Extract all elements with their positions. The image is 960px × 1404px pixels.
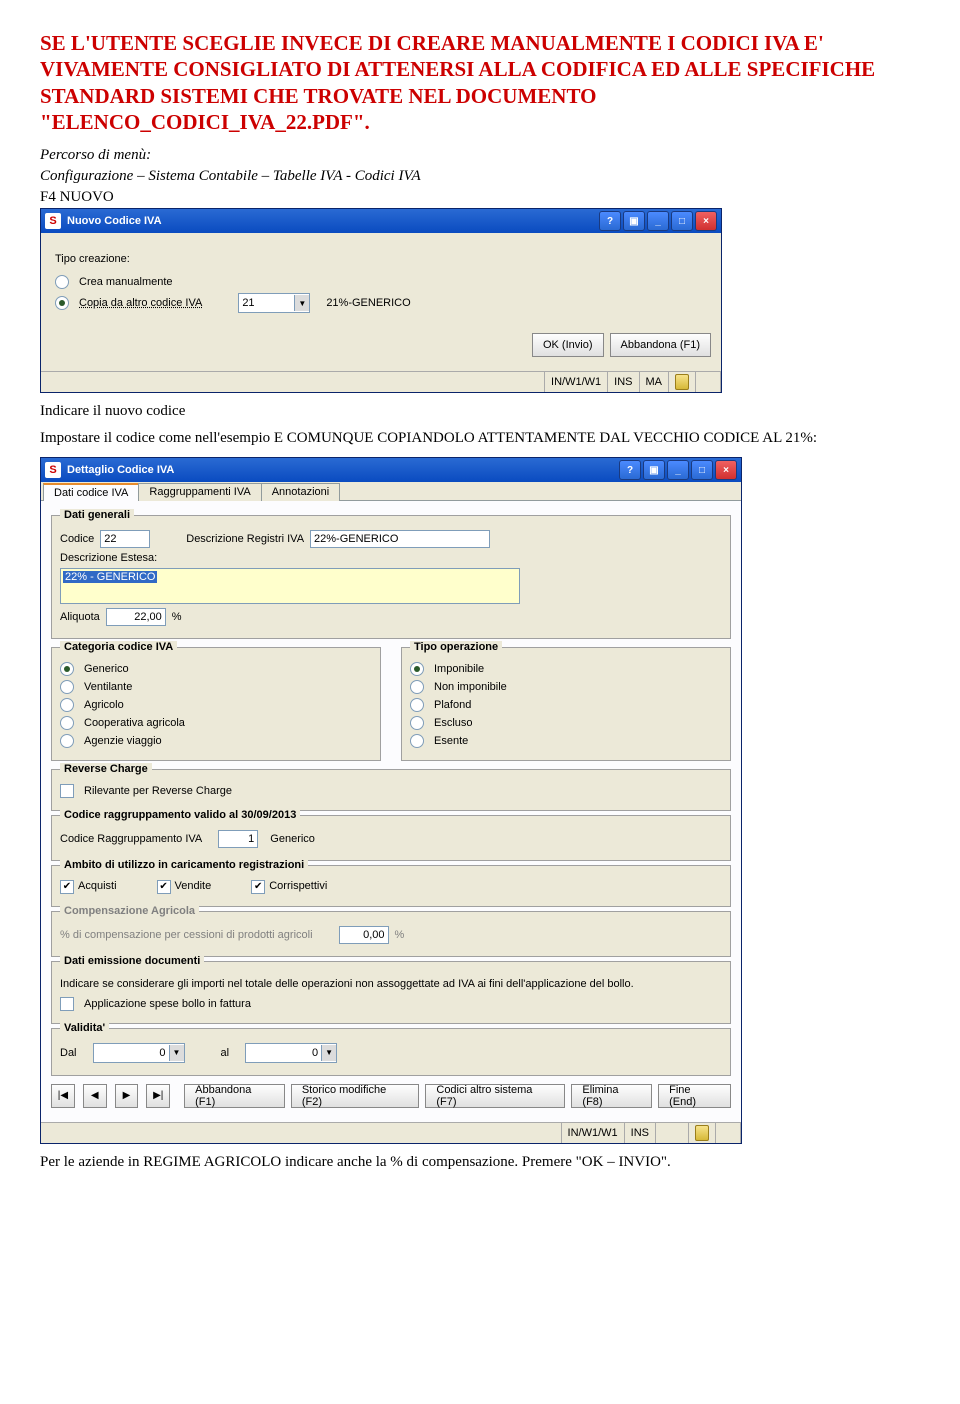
window-title: Dettaglio Codice IVA bbox=[67, 464, 174, 476]
close-icon[interactable]: × bbox=[695, 211, 717, 231]
radio-plafond[interactable]: Plafond bbox=[410, 698, 722, 712]
instr-2: Impostare il codice come nell'esempio E … bbox=[40, 430, 920, 447]
minimize-icon[interactable]: _ bbox=[667, 460, 689, 480]
group-label: Tipo creazione: bbox=[55, 253, 707, 265]
group-ambito: Ambito di utilizzo in caricamento regist… bbox=[51, 865, 731, 907]
check-corrispettivi[interactable]: Corrispettivi bbox=[251, 880, 327, 894]
descrizione-estesa-input[interactable]: 22% - GENERICO bbox=[60, 568, 520, 604]
check-bollo[interactable]: Applicazione spese bollo in fattura bbox=[60, 997, 722, 1011]
elimina-button[interactable]: Elimina (F8) bbox=[571, 1084, 652, 1108]
radio-agenzie[interactable]: Agenzie viaggio bbox=[60, 734, 372, 748]
emissione-text: Indicare se considerare gli importi nel … bbox=[60, 976, 722, 993]
radio-agricolo[interactable]: Agricolo bbox=[60, 698, 372, 712]
radio-cooperativa[interactable]: Cooperativa agricola bbox=[60, 716, 372, 730]
ok-button[interactable]: OK (Invio) bbox=[532, 333, 604, 357]
group-reverse-charge: Reverse Charge Rilevante per Reverse Cha… bbox=[51, 769, 731, 811]
descrizione-registri-input[interactable] bbox=[310, 530, 490, 548]
nav-next[interactable]: ▶ bbox=[115, 1084, 139, 1108]
db-icon bbox=[675, 374, 689, 390]
radio-imponibile[interactable]: Imponibile bbox=[410, 662, 722, 676]
instr-1: Indicare il nuovo codice bbox=[40, 403, 920, 420]
group-categoria: Categoria codice IVA Generico Ventilante… bbox=[51, 647, 381, 761]
help-icon[interactable]: ? bbox=[599, 211, 621, 231]
nav-first[interactable]: |◀ bbox=[51, 1084, 75, 1108]
heading-red: SE L'UTENTE SCEGLIE INVECE DI CREARE MAN… bbox=[40, 30, 920, 135]
abbandona-button[interactable]: Abbandona (F1) bbox=[610, 333, 712, 357]
codici-altro-button[interactable]: Codici altro sistema (F7) bbox=[425, 1084, 565, 1108]
tab-raggruppamenti[interactable]: Raggruppamenti IVA bbox=[138, 483, 261, 501]
tab-annotazioni[interactable]: Annotazioni bbox=[261, 483, 341, 501]
maximize-icon[interactable]: □ bbox=[691, 460, 713, 480]
raggruppamento-input[interactable] bbox=[218, 830, 258, 848]
radio-ventilante[interactable]: Ventilante bbox=[60, 680, 372, 694]
window-dettaglio-codice: S Dettaglio Codice IVA ? ▣ _ □ × Dati co… bbox=[40, 457, 742, 1144]
statusbar: IN/W1/W1 INS MA bbox=[41, 371, 721, 392]
radio-non-imponibile[interactable]: Non imponibile bbox=[410, 680, 722, 694]
help-icon[interactable]: ? bbox=[619, 460, 641, 480]
app-icon: S bbox=[45, 462, 61, 478]
titlebar: S Nuovo Codice IVA ? ▣ _ □ × bbox=[41, 209, 721, 233]
tab-bar: Dati codice IVA Raggruppamenti IVA Annot… bbox=[41, 482, 741, 501]
compensazione-input[interactable] bbox=[339, 926, 389, 944]
maximize-icon[interactable]: □ bbox=[671, 211, 693, 231]
al-input[interactable]: 0▼ bbox=[245, 1043, 337, 1063]
group-compensazione: Compensazione Agricola % di compensazion… bbox=[51, 911, 731, 957]
db-icon bbox=[695, 1125, 709, 1141]
layer-icon[interactable]: ▣ bbox=[643, 460, 665, 480]
check-reverse-charge[interactable]: Rilevante per Reverse Charge bbox=[60, 784, 722, 798]
chevron-down-icon[interactable]: ▼ bbox=[294, 295, 309, 311]
group-dati-generali: Dati generali Codice Descrizione Registr… bbox=[51, 515, 731, 639]
radio-copia-da-altro[interactable]: Copia da altro codice IVA 21▼ 21%-GENERI… bbox=[55, 293, 707, 313]
app-icon: S bbox=[45, 213, 61, 229]
minimize-icon[interactable]: _ bbox=[647, 211, 669, 231]
code-select[interactable]: 21▼ bbox=[238, 293, 310, 313]
fine-button[interactable]: Fine (End) bbox=[658, 1084, 731, 1108]
storico-button[interactable]: Storico modifiche (F2) bbox=[291, 1084, 420, 1108]
close-icon[interactable]: × bbox=[715, 460, 737, 480]
footer-text: Per le aziende in REGIME AGRICOLO indica… bbox=[40, 1154, 920, 1171]
aliquota-input[interactable] bbox=[106, 608, 166, 626]
radio-generico[interactable]: Generico bbox=[60, 662, 372, 676]
radio-crea-manualmente[interactable]: Crea manualmente bbox=[55, 275, 707, 289]
check-acquisti[interactable]: Acquisti bbox=[60, 880, 117, 894]
radio-escluso[interactable]: Escluso bbox=[410, 716, 722, 730]
radio-esente[interactable]: Esente bbox=[410, 734, 722, 748]
menu-intro: Percorso di menù: bbox=[40, 147, 920, 164]
check-vendite[interactable]: Vendite bbox=[157, 880, 212, 894]
codice-input[interactable] bbox=[100, 530, 150, 548]
group-validita: Validita' Dal 0▼ al 0▼ bbox=[51, 1028, 731, 1076]
window-title: Nuovo Codice IVA bbox=[67, 215, 162, 227]
group-tipo-operazione: Tipo operazione Imponibile Non imponibil… bbox=[401, 647, 731, 761]
window-nuovo-codice: S Nuovo Codice IVA ? ▣ _ □ × Tipo creazi… bbox=[40, 208, 722, 393]
layer-icon[interactable]: ▣ bbox=[623, 211, 645, 231]
nav-prev[interactable]: ◀ bbox=[83, 1084, 107, 1108]
abbandona-button[interactable]: Abbandona (F1) bbox=[184, 1084, 285, 1108]
group-emissione: Dati emissione documenti Indicare se con… bbox=[51, 961, 731, 1024]
dal-input[interactable]: 0▼ bbox=[93, 1043, 185, 1063]
code-desc: 21%-GENERICO bbox=[326, 297, 410, 309]
menu-path: Configurazione – Sistema Contabile – Tab… bbox=[40, 168, 920, 185]
menu-f4: F4 NUOVO bbox=[40, 189, 920, 206]
group-raggruppamento: Codice raggruppamento valido al 30/09/20… bbox=[51, 815, 731, 861]
nav-last[interactable]: ▶| bbox=[146, 1084, 170, 1108]
tab-dati-codice[interactable]: Dati codice IVA bbox=[43, 483, 139, 501]
